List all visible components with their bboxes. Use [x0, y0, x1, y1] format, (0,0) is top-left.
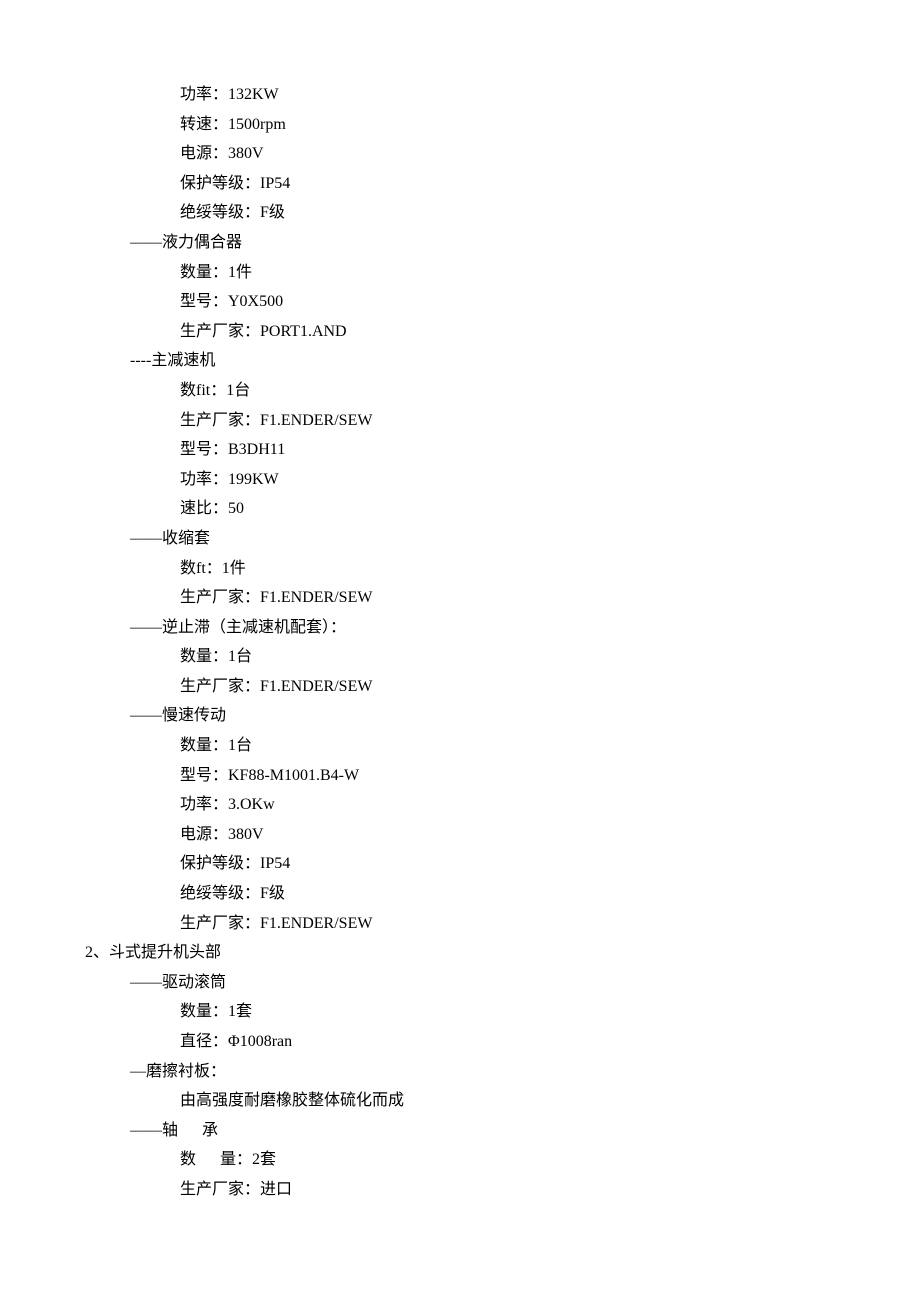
text: ——驱动滚筒 [130, 974, 226, 991]
text: 功率：132KW [180, 86, 279, 103]
section-title-friction-liner: —磨擦衬板： [130, 1057, 920, 1087]
text: 生产厂家：PORT1.AND [180, 323, 347, 340]
section-title-main-reducer: ----主减速机 [130, 346, 920, 376]
spec-line: 数fit：1台 [180, 376, 920, 406]
spec-line: 数量：1套 [180, 997, 920, 1027]
text: 2、斗式提升机头部 [85, 944, 221, 961]
text: 转速：1500rpm [180, 116, 286, 133]
text: 绝绥等级：F级 [180, 204, 285, 221]
text: 保护等级：IP54 [180, 855, 290, 872]
text: 数 量：2套 [180, 1151, 276, 1168]
text: 数量：1件 [180, 264, 252, 281]
section-title-bearing: ——轴 承 [130, 1116, 920, 1146]
spec-line: 数量：1件 [180, 258, 920, 288]
text: 生产厂家：进口 [180, 1181, 292, 1198]
spec-line: 型号：KF88-M1001.B4-W [180, 761, 920, 791]
text: 数量：1台 [180, 648, 252, 665]
spec-line: 由高强度耐磨橡胶整体硫化而成 [180, 1086, 920, 1116]
text: 生产厂家：F1.ENDER/SEW [180, 915, 372, 932]
spec-line: 速比：50 [180, 494, 920, 524]
spec-line: 转速：1500rpm [180, 110, 920, 140]
spec-line: 保护等级：IP54 [180, 849, 920, 879]
spec-line: 数 量：2套 [180, 1145, 920, 1175]
text: 数量：1套 [180, 1003, 252, 1020]
text: 功率：199KW [180, 471, 279, 488]
section-title-drive-drum: ——驱动滚筒 [130, 968, 920, 998]
text: 型号：Y0X500 [180, 293, 283, 310]
text: 数ft：1件 [180, 560, 246, 577]
text: ----主减速机 [130, 352, 215, 369]
text: 数fit：1台 [180, 382, 250, 399]
spec-line: 数ft：1件 [180, 554, 920, 584]
section-title-hydraulic-coupler: ——液力偶合器 [130, 228, 920, 258]
heading-bucket-elevator-head: 2、斗式提升机头部 [85, 938, 920, 968]
text: 绝绥等级：F级 [180, 885, 285, 902]
text: 电源：380V [180, 826, 264, 843]
spec-line: 型号：B3DH11 [180, 435, 920, 465]
text: ——收缩套 [130, 530, 210, 547]
spec-line: 生产厂家：进口 [180, 1175, 920, 1205]
text: ——液力偶合器 [130, 234, 242, 251]
text: 保护等级：IP54 [180, 175, 290, 192]
spec-line: 生产厂家：PORT1.AND [180, 317, 920, 347]
document-page: 功率：132KW 转速：1500rpm 电源：380V 保护等级：IP54 绝绥… [0, 80, 920, 1205]
spec-line: 电源：380V [180, 139, 920, 169]
text: 速比：50 [180, 500, 244, 517]
text: ——轴 承 [130, 1122, 218, 1139]
spec-line: 功率：3.OKw [180, 790, 920, 820]
text: 数量：1台 [180, 737, 252, 754]
section-title-backstop: ——逆止滞（主减速机配套）： [130, 613, 920, 643]
text: 型号：B3DH11 [180, 441, 285, 458]
spec-line: 电源：380V [180, 820, 920, 850]
spec-line: 数量：1台 [180, 731, 920, 761]
text: 生产厂家：F1.ENDER/SEW [180, 412, 372, 429]
spec-line: 功率：199KW [180, 465, 920, 495]
spec-line: 功率：132KW [180, 80, 920, 110]
text: 由高强度耐磨橡胶整体硫化而成 [180, 1092, 404, 1109]
text: —磨擦衬板： [130, 1063, 226, 1080]
text: 型号：KF88-M1001.B4-W [180, 767, 359, 784]
text: ——逆止滞（主减速机配套）： [130, 619, 346, 636]
spec-line: 生产厂家：F1.ENDER/SEW [180, 909, 920, 939]
spec-line: 保护等级：IP54 [180, 169, 920, 199]
spec-line: 生产厂家：F1.ENDER/SEW [180, 672, 920, 702]
text: 直径：Φ1008ran [180, 1033, 292, 1050]
spec-line: 直径：Φ1008ran [180, 1027, 920, 1057]
text: 电源：380V [180, 145, 264, 162]
spec-line: 绝绥等级：F级 [180, 198, 920, 228]
spec-line: 型号：Y0X500 [180, 287, 920, 317]
spec-line: 生产厂家：F1.ENDER/SEW [180, 583, 920, 613]
section-title-shrink-sleeve: ——收缩套 [130, 524, 920, 554]
section-title-slow-drive: ——慢速传动 [130, 701, 920, 731]
text: ——慢速传动 [130, 707, 226, 724]
spec-line: 数量：1台 [180, 642, 920, 672]
text: 生产厂家：F1.ENDER/SEW [180, 589, 372, 606]
spec-line: 绝绥等级：F级 [180, 879, 920, 909]
spec-line: 生产厂家：F1.ENDER/SEW [180, 406, 920, 436]
text: 功率：3.OKw [180, 796, 275, 813]
text: 生产厂家：F1.ENDER/SEW [180, 678, 372, 695]
